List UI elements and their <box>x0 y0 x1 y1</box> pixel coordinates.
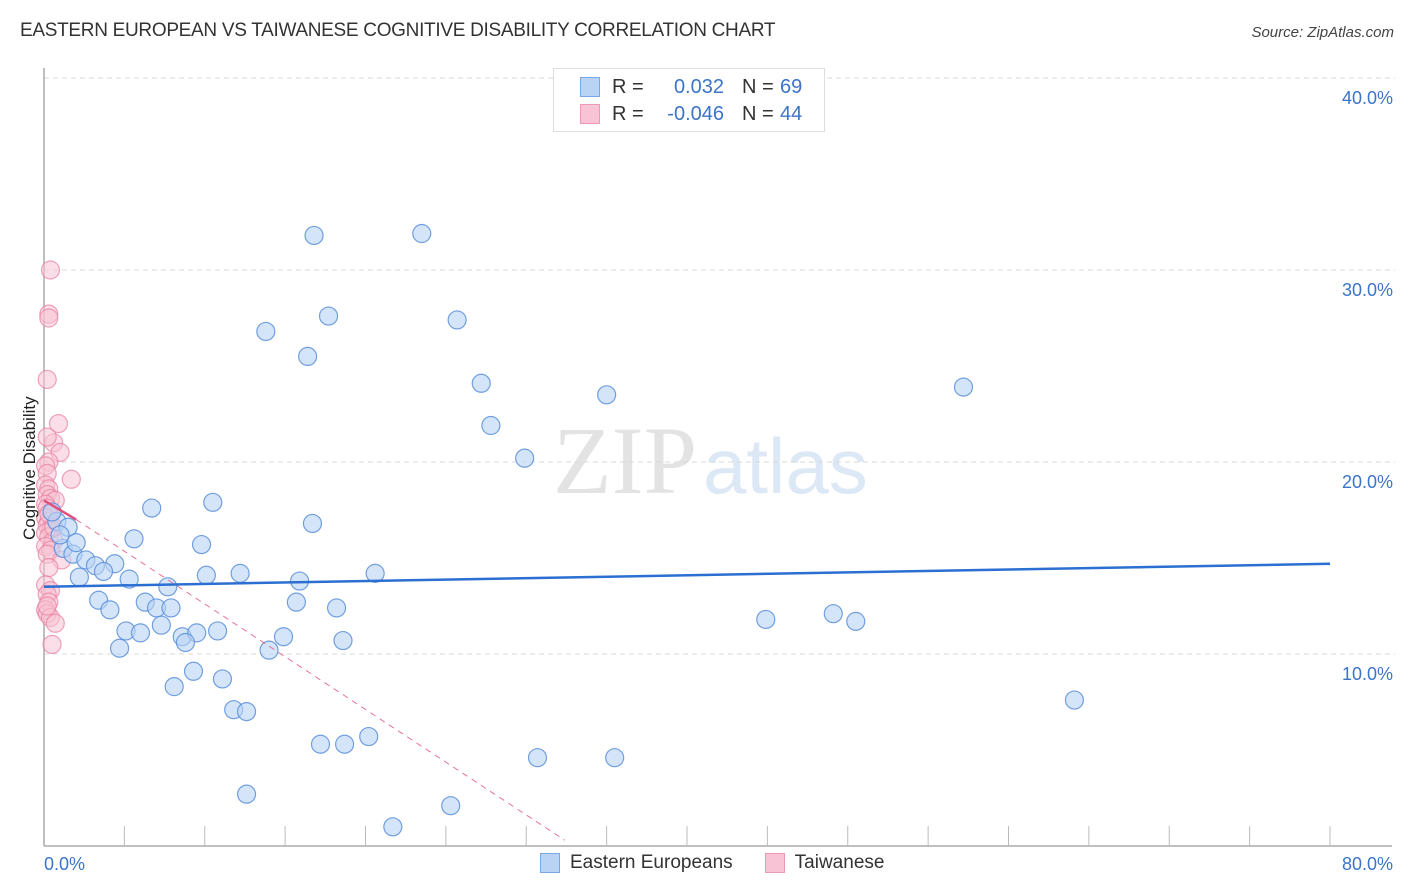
eastern-europeans-point <box>164 677 184 697</box>
r-label: R = <box>612 75 644 98</box>
eastern-europeans-point <box>191 534 212 555</box>
eastern-europeans-point <box>953 377 974 397</box>
taiwanese-points <box>36 260 81 655</box>
blue-swatch-icon <box>580 77 600 97</box>
eastern-europeans-point <box>158 577 178 597</box>
trend-lines <box>43 499 1331 841</box>
taiwanese-point <box>40 260 61 280</box>
eastern-europeans-point <box>69 567 89 587</box>
eastern-europeans-point <box>326 598 347 618</box>
taiwanese-point <box>39 308 59 328</box>
eastern-europeans-point <box>50 525 70 545</box>
eastern-europeans-point <box>93 561 114 582</box>
eastern-europeans-point <box>515 448 535 468</box>
eastern-europeans-point <box>335 734 355 754</box>
eastern-europeans-point <box>441 796 461 816</box>
n-label: N = <box>742 102 774 125</box>
series-legend: Eastern Europeans Taiwanese <box>540 852 916 874</box>
eastern-europeans-point <box>471 373 491 393</box>
eastern-europeans-point <box>756 609 776 630</box>
eastern-europeans-points <box>42 223 1085 837</box>
legend-item-eastern-europeans[interactable]: Eastern Europeans <box>540 852 733 874</box>
scatter-chart: 10.0% 20.0% 30.0% 40.0% 0.0% 80.0% Cognitive … <box>20 68 1395 874</box>
eastern-europeans-point <box>175 632 196 653</box>
stats-row-eastern-europeans: R = 0.032 N = 69 <box>580 74 802 100</box>
eastern-europeans-point <box>109 638 130 658</box>
eastern-europeans-point <box>124 529 144 549</box>
pink-swatch-icon <box>580 104 600 124</box>
eastern-europeans-point <box>481 415 501 436</box>
stats-row-taiwanese: R = -0.046 N = 44 <box>580 101 802 127</box>
stats-legend: R = 0.032 N = 69 R = -0.046 N = 44 <box>553 68 825 132</box>
eastern-europeans-point <box>142 498 162 518</box>
legend-label: Taiwanese <box>794 852 885 873</box>
legend-item-taiwanese[interactable]: Taiwanese <box>764 852 885 874</box>
eastern-europeans-point <box>318 306 339 326</box>
eastern-europeans-point <box>823 604 843 624</box>
blue-swatch-icon <box>540 853 560 873</box>
eastern-europeans-point <box>286 592 306 612</box>
x-tick-label: 80.0% <box>1342 854 1393 874</box>
eastern-europeans-point <box>527 748 548 768</box>
taiwanese-point <box>37 427 57 447</box>
eastern-europeans-point <box>183 661 204 681</box>
y-axis-label: Cognitive Disability <box>20 396 39 540</box>
eastern-europeans-point <box>1064 690 1085 710</box>
r-value: 0.032 <box>673 75 724 98</box>
taiwanese-point <box>37 596 57 616</box>
eastern-europeans-point <box>130 623 151 643</box>
eastern-europeans-point <box>310 734 331 754</box>
eastern-europeans-point <box>196 565 216 585</box>
eastern-europeans-point <box>298 346 318 366</box>
eastern-europeans-point <box>66 533 86 553</box>
y-tick-label: 40.0% <box>1342 88 1393 108</box>
r-label: R = <box>612 102 644 125</box>
eastern-europeans-point <box>359 726 379 747</box>
taiwanese-point <box>61 469 81 489</box>
eastern-europeans-point <box>846 611 866 631</box>
taiwanese-point <box>39 557 59 578</box>
n-value: 69 <box>780 75 803 98</box>
taiwanese-point <box>45 613 65 633</box>
eastern-europeans-point <box>333 630 353 651</box>
eastern-europeans-point <box>203 492 223 512</box>
taiwanese-point <box>37 369 57 390</box>
axes <box>43 68 1392 847</box>
eastern-europeans-point <box>302 513 323 534</box>
eastern-europeans-point <box>597 385 617 405</box>
pink-swatch-icon <box>764 853 785 873</box>
eastern-europeans-point <box>259 640 279 660</box>
tick-labels: 10.0% 20.0% 30.0% 40.0% 0.0% 80.0% <box>44 88 1393 874</box>
n-value: 44 <box>780 102 803 125</box>
taiwanese-point <box>42 634 62 655</box>
eastern-europeans-point <box>151 615 171 635</box>
n-label: N = <box>742 75 774 98</box>
y-tick-label: 30.0% <box>1342 280 1393 300</box>
eastern-europeans-point <box>212 669 233 689</box>
eastern-europeans-point <box>412 223 432 244</box>
eastern-europeans-point <box>100 600 120 620</box>
x-tick-label: 0.0% <box>44 854 85 874</box>
eastern-europeans-point <box>161 598 181 618</box>
eastern-europeans-point <box>230 563 250 583</box>
eastern-europeans-point <box>447 310 467 330</box>
eastern-europeans-point <box>304 225 324 246</box>
eastern-europeans-point <box>605 748 625 768</box>
eastern-europeans-point <box>383 817 403 837</box>
y-tick-label: 20.0% <box>1342 472 1393 492</box>
eastern-europeans-point <box>273 627 294 647</box>
r-value: -0.046 <box>667 102 724 125</box>
taiwanese-trend-line-extrapolated <box>75 519 566 841</box>
eastern-europeans-point <box>236 784 257 804</box>
y-tick-label: 10.0% <box>1342 664 1393 684</box>
eastern-europeans-point <box>256 321 276 342</box>
legend-label: Eastern Europeans <box>570 852 733 873</box>
eastern-europeans-point <box>236 701 257 722</box>
eastern-europeans-point <box>208 621 228 641</box>
